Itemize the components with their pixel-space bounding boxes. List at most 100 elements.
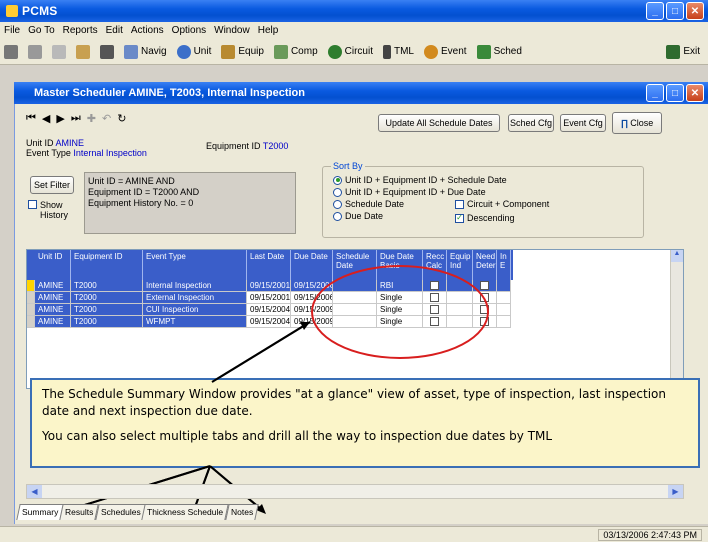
row-indicator[interactable]	[27, 316, 35, 328]
circuit-component-option[interactable]: Circuit + Component	[455, 199, 549, 209]
cell-checkbox[interactable]	[423, 280, 447, 292]
sort-option-due-date[interactable]: Due Date	[333, 211, 383, 221]
vertical-scrollbar[interactable]: ▲	[670, 250, 683, 388]
delete-icon[interactable]	[100, 44, 114, 59]
new-record-icon[interactable]: ✚	[87, 112, 96, 125]
cell-empty[interactable]	[497, 280, 511, 292]
copy-icon[interactable]	[52, 44, 66, 59]
toolbar-circuit[interactable]: Circuit	[327, 44, 373, 59]
cell-empty[interactable]	[497, 316, 511, 328]
update-all-schedule-dates-button[interactable]: Update All Schedule Dates	[378, 114, 500, 132]
undo-icon[interactable]: ↶	[102, 112, 111, 125]
close-icon[interactable]: ✕	[686, 2, 704, 20]
cell-empty[interactable]	[447, 304, 473, 316]
descending-checkbox[interactable]: ✓	[455, 213, 464, 223]
cell-last[interactable]: 09/15/2004	[247, 316, 291, 328]
cell-empty[interactable]	[497, 292, 511, 304]
cell-unit[interactable]: AMINE	[35, 280, 71, 292]
paste-icon[interactable]	[76, 44, 90, 59]
checkbox-icon[interactable]	[430, 281, 439, 290]
checkbox-icon[interactable]	[430, 305, 439, 314]
cell-basis[interactable]: RBI	[377, 280, 423, 292]
toolbar-sched[interactable]: Sched	[476, 44, 522, 59]
cell-empty[interactable]	[447, 280, 473, 292]
sort-option-unit-equip-schedule[interactable]: Unit ID + Equipment ID + Schedule Date	[333, 175, 507, 185]
cell-event[interactable]: Internal Inspection	[143, 280, 247, 292]
first-record-icon[interactable]: ⏮	[26, 112, 36, 125]
toolbar-equip[interactable]: Equip	[221, 44, 264, 59]
show-history-option[interactable]: Show History	[28, 200, 72, 220]
show-history-checkbox[interactable]	[28, 200, 37, 209]
sort-option-schedule-date[interactable]: Schedule Date	[333, 199, 404, 209]
cell-empty[interactable]	[447, 316, 473, 328]
cell-sched[interactable]	[333, 316, 377, 328]
cell-basis[interactable]: Single	[377, 292, 423, 304]
last-record-icon[interactable]: ⏭	[71, 112, 81, 125]
child-minimize-icon[interactable]: _	[646, 84, 664, 102]
column-header[interactable]: Need Deter	[473, 250, 497, 280]
table-row[interactable]: AMINE T2000 WFMPT 09/15/2004 09/15/2009 Singl…	[27, 316, 513, 328]
child-maximize-icon[interactable]: □	[666, 84, 684, 102]
cell-checkbox[interactable]	[473, 304, 497, 316]
tab-results[interactable]: Results	[59, 504, 100, 520]
refresh-icon[interactable]: ↻	[117, 112, 126, 125]
set-filter-button[interactable]: Set Filter	[30, 176, 74, 194]
child-close-icon[interactable]: ✕	[686, 84, 704, 102]
scroll-up-icon[interactable]: ▲	[671, 250, 683, 262]
sched-cfg-button[interactable]: Sched Cfg	[508, 114, 554, 132]
cell-sched[interactable]	[333, 292, 377, 304]
descending-option[interactable]: ✓ Descending	[455, 213, 515, 223]
scroll-left-icon[interactable]: ◀	[27, 485, 42, 498]
cell-checkbox[interactable]	[473, 316, 497, 328]
cell-due[interactable]: 09/15/2006	[291, 280, 333, 292]
menu-reports[interactable]: Reports	[63, 25, 98, 36]
cell-equip[interactable]: T2000	[71, 292, 143, 304]
menu-goto[interactable]: Go To	[28, 25, 55, 36]
table-row[interactable]: AMINE T2000 CUI Inspection 09/15/2004 09/15/…	[27, 304, 513, 316]
row-indicator[interactable]	[27, 304, 35, 316]
sort-option-unit-equip-due[interactable]: Unit ID + Equipment ID + Due Date	[333, 187, 486, 197]
cell-unit[interactable]: AMINE	[35, 316, 71, 328]
checkbox-icon[interactable]	[480, 305, 489, 314]
column-header[interactable]: Recc Calc	[423, 250, 447, 280]
cell-empty[interactable]	[447, 292, 473, 304]
next-record-icon[interactable]: ▶	[56, 112, 64, 125]
cell-checkbox[interactable]	[473, 292, 497, 304]
column-header[interactable]: Schedule Date	[333, 250, 377, 280]
cut-icon[interactable]	[28, 44, 42, 59]
menu-file[interactable]: File	[4, 25, 20, 36]
tab-notes[interactable]: Notes	[224, 504, 259, 520]
tab-schedules[interactable]: Schedules	[95, 504, 147, 520]
print-icon[interactable]	[4, 44, 18, 59]
toolbar-tml[interactable]: TML	[382, 44, 414, 59]
cell-empty[interactable]	[497, 304, 511, 316]
column-header[interactable]: Unit ID	[35, 250, 71, 280]
menu-edit[interactable]: Edit	[106, 25, 123, 36]
column-header[interactable]: Due Date Basis	[377, 250, 423, 280]
cell-last[interactable]: 09/15/2001	[247, 292, 291, 304]
cell-event[interactable]: External Inspection	[143, 292, 247, 304]
toolbar-event[interactable]: Event	[423, 44, 467, 59]
cell-checkbox[interactable]	[473, 280, 497, 292]
cell-basis[interactable]: Single	[377, 304, 423, 316]
cell-checkbox[interactable]	[423, 316, 447, 328]
checkbox-icon[interactable]	[480, 293, 489, 302]
toolbar-comp[interactable]: Comp	[273, 44, 318, 59]
column-header[interactable]: Equip Ind	[447, 250, 473, 280]
close-button[interactable]: ∏ Close	[612, 112, 662, 134]
maximize-icon[interactable]: □	[666, 2, 684, 20]
cell-sched[interactable]	[333, 304, 377, 316]
cell-unit[interactable]: AMINE	[35, 304, 71, 316]
toolbar-exit[interactable]: Exit	[666, 44, 700, 59]
column-header[interactable]: Event Type	[143, 250, 247, 280]
column-header[interactable]: In E	[497, 250, 511, 280]
checkbox-icon[interactable]	[480, 317, 489, 326]
cell-event[interactable]: WFMPT	[143, 316, 247, 328]
cell-last[interactable]: 09/15/2001	[247, 280, 291, 292]
horizontal-scrollbar[interactable]: ◀ ▶	[26, 484, 684, 499]
column-header[interactable]: Due Date	[291, 250, 333, 280]
tab-thickness-schedule[interactable]: Thickness Schedule	[141, 504, 230, 520]
menu-window[interactable]: Window	[214, 25, 250, 36]
minimize-icon[interactable]: _	[646, 2, 664, 20]
menu-options[interactable]: Options	[172, 25, 206, 36]
